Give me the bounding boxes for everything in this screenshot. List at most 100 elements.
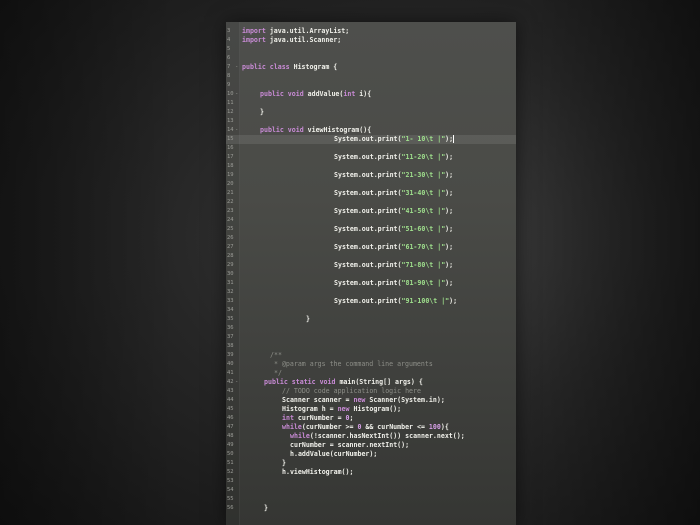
code-text: */: [274, 369, 282, 378]
code-line[interactable]: 41 */: [226, 369, 516, 378]
code-line[interactable]: 20: [226, 180, 516, 189]
code-token: Scanner scanner =: [282, 396, 354, 404]
line-number: 55: [227, 496, 234, 502]
code-line[interactable]: 18: [226, 162, 516, 171]
line-number: 48: [227, 433, 234, 439]
code-line[interactable]: 49 curNumber = scanner.nextInt();: [226, 441, 516, 450]
code-token: import: [242, 27, 266, 35]
line-number: 29: [227, 262, 234, 268]
code-line[interactable]: 22: [226, 198, 516, 207]
code-token: System.out.print(: [334, 135, 402, 143]
line-number: 26: [227, 235, 234, 241]
code-token: i){: [355, 90, 372, 98]
code-token: System.out.print(: [334, 279, 402, 287]
code-line[interactable]: 3 import java.util.ArrayList;: [226, 27, 516, 36]
code-token: System.out.print(: [334, 153, 402, 161]
code-token: }: [260, 108, 264, 116]
code-line[interactable]: 21 System.out.print("31-40\t |");: [226, 189, 516, 198]
code-line[interactable]: 13: [226, 117, 516, 126]
code-line[interactable]: 48 while(!scanner.hasNextInt()) scanner.n…: [226, 432, 516, 441]
code-token: "11-20\t |": [401, 153, 446, 161]
line-number: 36: [227, 325, 234, 331]
code-line[interactable]: 53: [226, 477, 516, 486]
code-line[interactable]: 34: [226, 306, 516, 315]
code-token: public void: [260, 90, 304, 98]
code-line[interactable]: 10- public void addValue(int i){: [226, 90, 516, 99]
code-line[interactable]: 28: [226, 252, 516, 261]
code-token: java.util.ArrayList;: [265, 27, 350, 35]
line-number: 22: [227, 199, 234, 205]
code-line[interactable]: 14- public void viewHistogram(){: [226, 126, 516, 135]
code-token: );: [445, 225, 454, 233]
code-line[interactable]: 17 System.out.print("11-20\t |");: [226, 153, 516, 162]
code-line[interactable]: 5: [226, 45, 516, 54]
line-number: 27: [227, 244, 234, 250]
code-token: Histogram {: [289, 63, 338, 71]
code-line[interactable]: 37: [226, 333, 516, 342]
code-line[interactable]: 16: [226, 144, 516, 153]
code-line[interactable]: 51}: [226, 459, 516, 468]
code-line[interactable]: 50 h.addValue(curNumber);: [226, 450, 516, 459]
code-line[interactable]: 7- public class Histogram {: [226, 63, 516, 72]
code-line[interactable]: 31 System.out.print("81-90\t |");: [226, 279, 516, 288]
code-line[interactable]: 26: [226, 234, 516, 243]
code-token: && curNumber <=: [361, 423, 429, 431]
code-line[interactable]: 24: [226, 216, 516, 225]
code-line[interactable]: 44 Scanner scanner = new Scanner(System.i…: [226, 396, 516, 405]
fold-icon[interactable]: -: [235, 126, 238, 135]
code-line[interactable]: 56}: [226, 504, 516, 513]
code-text: while(curNumber >= 0 && curNumber <= 100…: [282, 423, 449, 432]
code-line[interactable]: 32: [226, 288, 516, 297]
code-line[interactable]: 12}: [226, 108, 516, 117]
code-token: new: [353, 396, 366, 404]
code-token: Scanner(System.in);: [365, 396, 445, 404]
code-line[interactable]: 43 // TODO code application logic here: [226, 387, 516, 396]
code-text: import java.util.Scanner;: [242, 36, 341, 45]
code-line[interactable]: 19 System.out.print("21-30\t |");: [226, 171, 516, 180]
code-line[interactable]: 55: [226, 495, 516, 504]
code-line[interactable]: 52 h.viewHistogram();: [226, 468, 516, 477]
code-token: "1- 10\t |": [401, 135, 446, 143]
code-line[interactable]: 15 System.out.print("1- 10\t |");: [226, 135, 516, 144]
code-token: while: [290, 432, 310, 440]
code-line[interactable]: 33 System.out.print("91-100\t |");: [226, 297, 516, 306]
code-line[interactable]: 36: [226, 324, 516, 333]
code-line[interactable]: 8: [226, 72, 516, 81]
code-line[interactable]: 54: [226, 486, 516, 495]
code-line[interactable]: 9: [226, 81, 516, 90]
code-token: }: [264, 504, 268, 512]
line-number: 13: [227, 118, 234, 124]
code-line[interactable]: 4 import java.util.Scanner;: [226, 36, 516, 45]
code-line[interactable]: 23 System.out.print("41-50\t |");: [226, 207, 516, 216]
line-number: 6: [227, 55, 231, 61]
code-line[interactable]: 46 int curNumber = 0;: [226, 414, 516, 423]
code-line[interactable]: 35}: [226, 315, 516, 324]
code-token: );: [445, 153, 454, 161]
code-line[interactable]: 25 System.out.print("51-60\t |");: [226, 225, 516, 234]
code-line[interactable]: 39 /**: [226, 351, 516, 360]
code-line[interactable]: 6: [226, 54, 516, 63]
fold-icon[interactable]: -: [235, 378, 238, 387]
code-line[interactable]: 29 System.out.print("71-80\t |");: [226, 261, 516, 270]
code-token: /**: [270, 351, 282, 359]
code-token: h.viewHistogram();: [282, 468, 354, 476]
line-number: 53: [227, 478, 234, 484]
code-token: curNumber = scanner.nextInt();: [290, 441, 410, 449]
code-line[interactable]: 47 while(curNumber >= 0 && curNumber <= 1…: [226, 423, 516, 432]
line-number: 24: [227, 217, 234, 223]
code-line[interactable]: 42- public static void main(String[] args…: [226, 378, 516, 387]
code-text: System.out.print("31-40\t |");: [334, 189, 453, 198]
code-text: /**: [270, 351, 282, 360]
code-token: );: [445, 135, 454, 143]
code-token: );: [445, 207, 454, 215]
code-line[interactable]: 11: [226, 99, 516, 108]
code-line[interactable]: 38: [226, 342, 516, 351]
fold-icon[interactable]: -: [235, 63, 238, 72]
fold-icon[interactable]: -: [235, 90, 238, 99]
code-editor[interactable]: 3 import java.util.ArrayList; 4 import java…: [226, 22, 516, 525]
code-line[interactable]: 45 Histogram h = new Histogram();: [226, 405, 516, 414]
code-text: h.addValue(curNumber);: [290, 450, 377, 459]
code-line[interactable]: 27 System.out.print("61-70\t |");: [226, 243, 516, 252]
code-line[interactable]: 40 * @param args the command line argumen…: [226, 360, 516, 369]
code-line[interactable]: 30: [226, 270, 516, 279]
